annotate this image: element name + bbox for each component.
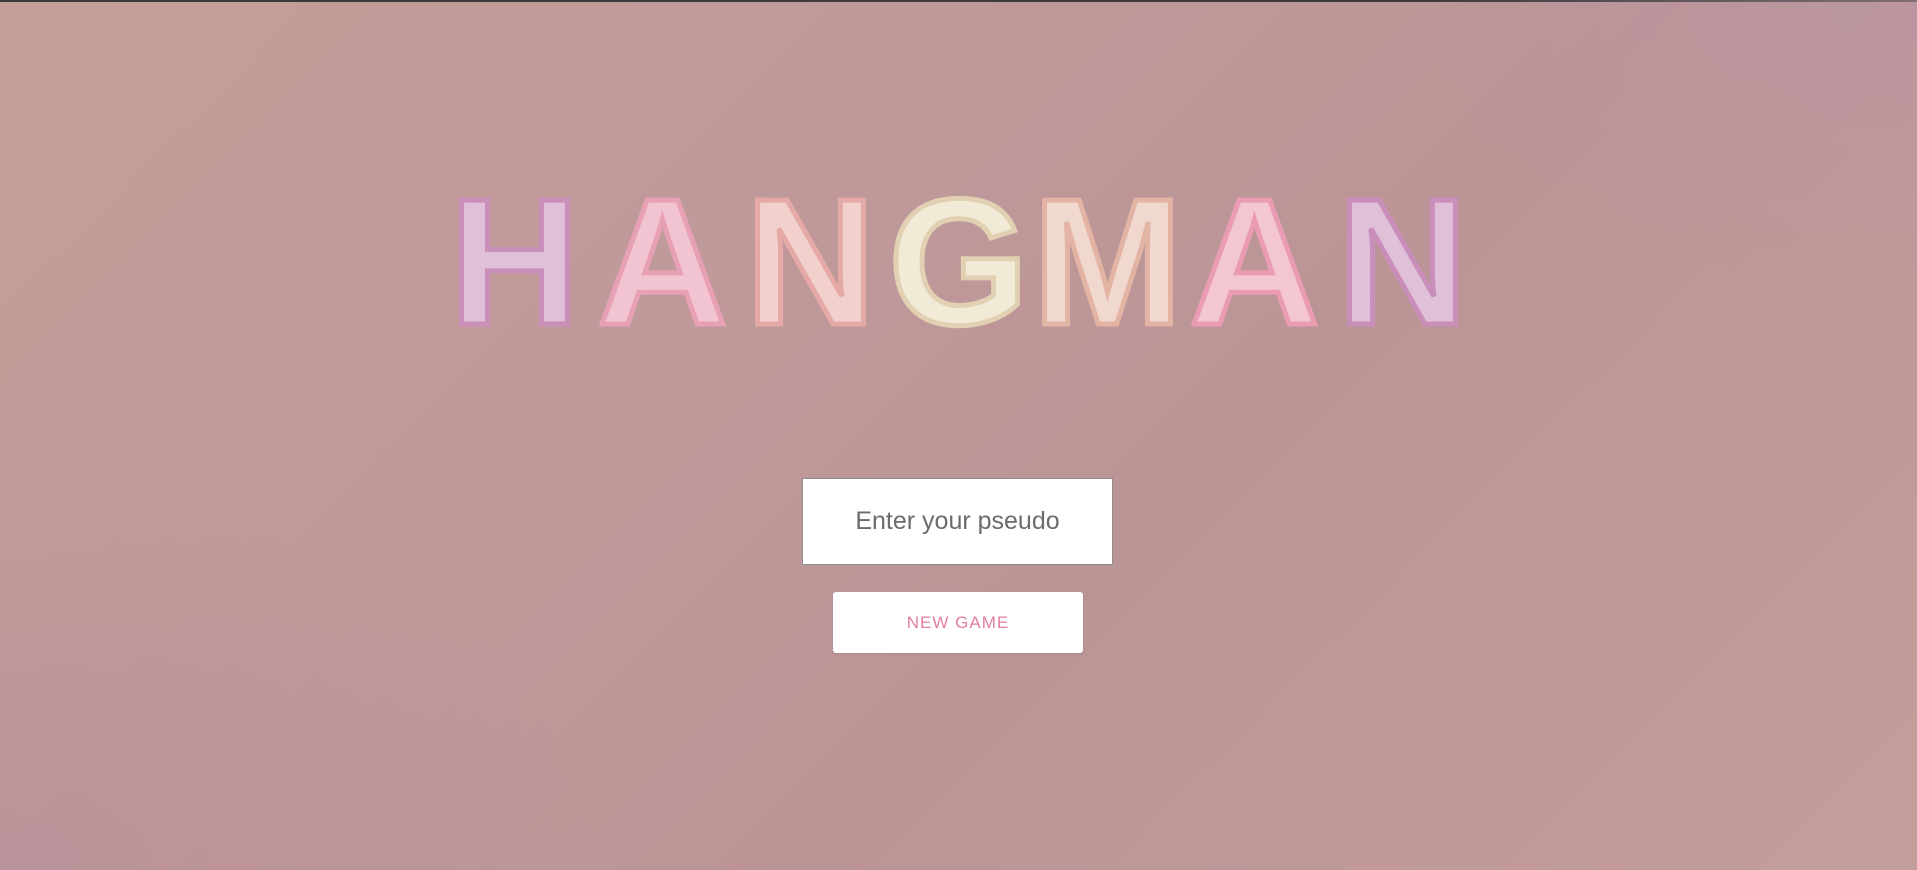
title-letter: A xyxy=(1187,162,1322,363)
game-title: H A N G M A N xyxy=(0,162,1917,363)
title-letter: M xyxy=(1030,162,1185,363)
title-letter: H xyxy=(447,162,582,363)
title-letter: A xyxy=(595,162,730,363)
title-letter: G xyxy=(886,162,1031,363)
new-game-button[interactable]: NEW GAME xyxy=(833,592,1083,653)
title-letter: N xyxy=(743,162,878,363)
pseudo-input[interactable] xyxy=(802,478,1113,565)
title-letter: N xyxy=(1335,162,1470,363)
background-glow-bottom-left xyxy=(0,470,600,870)
